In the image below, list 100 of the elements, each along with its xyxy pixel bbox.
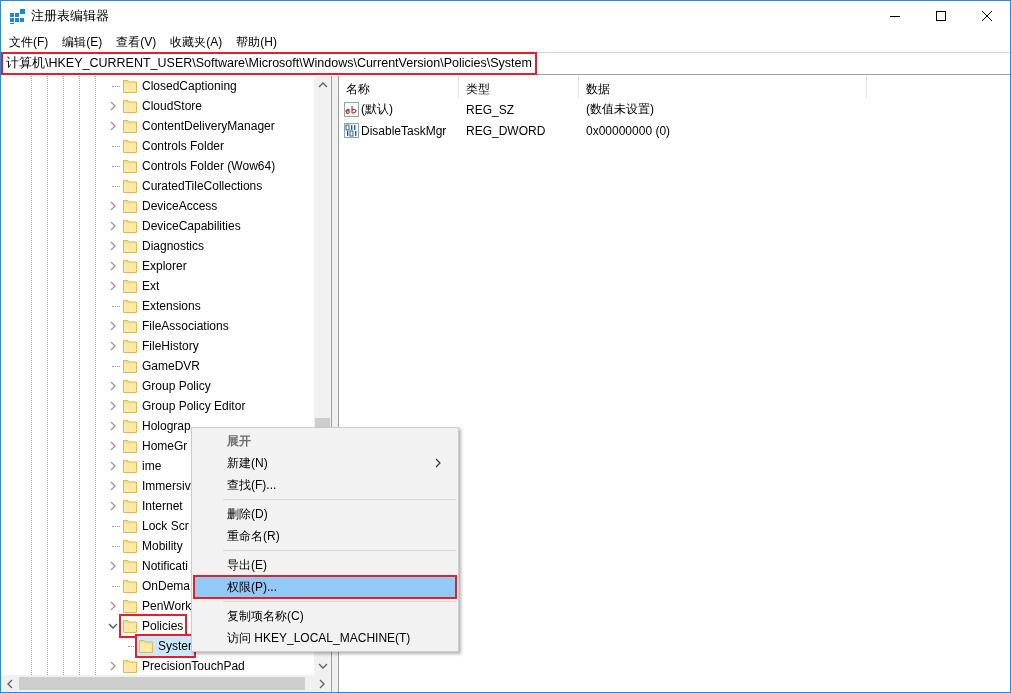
- tree-item[interactable]: ime: [121, 456, 164, 476]
- scroll-up-icon[interactable]: [317, 81, 328, 89]
- tree-item[interactable]: Lock Scr: [121, 516, 191, 536]
- folder-icon: [123, 339, 137, 353]
- tree-item[interactable]: Group Policy: [121, 376, 213, 396]
- tree-item[interactable]: Holograp: [121, 416, 193, 436]
- tree-item[interactable]: HomeGr: [121, 436, 190, 456]
- menu-item[interactable]: 查看(V): [109, 31, 164, 51]
- menu-item[interactable]: 新建(N): [194, 452, 456, 474]
- folder-icon: [139, 639, 153, 653]
- tree-item[interactable]: FileAssociations: [121, 316, 231, 336]
- tree-item[interactable]: Ext: [121, 276, 162, 296]
- expand-chevron-icon[interactable]: [108, 121, 118, 131]
- tree-item[interactable]: Diagnostics: [121, 236, 207, 256]
- expand-chevron-icon[interactable]: [108, 221, 118, 231]
- window-title: 注册表编辑器: [31, 7, 109, 25]
- folder-icon: [123, 439, 137, 453]
- table-cell-text: REG_DWORD: [465, 123, 547, 138]
- expand-chevron-icon[interactable]: [108, 341, 118, 351]
- binary-value-icon: [344, 123, 359, 138]
- tree-item[interactable]: OnDema: [121, 576, 193, 596]
- menu-item[interactable]: 重命名(R): [194, 525, 456, 547]
- tree-item[interactable]: Controls Folder: [121, 136, 227, 156]
- folder-icon: [123, 99, 137, 113]
- scroll-down-icon[interactable]: [317, 662, 328, 670]
- tree-item[interactable]: DeviceCapabilities: [121, 216, 243, 236]
- expand-chevron-icon[interactable]: [108, 261, 118, 271]
- folder-icon: [123, 659, 137, 673]
- expand-chevron-icon[interactable]: [108, 601, 118, 611]
- horizontal-scrollbar[interactable]: [1, 675, 331, 692]
- expand-chevron-icon[interactable]: [108, 561, 118, 571]
- tree-item[interactable]: FileHistory: [121, 336, 201, 356]
- expand-chevron-icon[interactable]: [108, 421, 118, 431]
- menu-item[interactable]: 文件(F): [2, 31, 56, 51]
- tree-item[interactable]: Syster: [137, 636, 194, 656]
- tree-item[interactable]: Group Policy Editor: [121, 396, 248, 416]
- menu-item[interactable]: 帮助(H): [229, 31, 284, 51]
- folder-icon: [123, 459, 137, 473]
- tree-item[interactable]: GameDVR: [121, 356, 202, 376]
- tree-item[interactable]: Notificati: [121, 556, 190, 576]
- tree-item[interactable]: Explorer: [121, 256, 189, 276]
- tree-item[interactable]: Mobility: [121, 536, 185, 556]
- menu-item[interactable]: 权限(P)...: [194, 576, 456, 598]
- expand-chevron-icon[interactable]: [108, 321, 118, 331]
- folder-icon: [123, 299, 137, 313]
- folder-icon: [123, 179, 137, 193]
- tree-item[interactable]: PrecisionTouchPad: [121, 656, 247, 675]
- folder-icon: [123, 539, 137, 553]
- value-name[interactable]: DisableTaskMgr: [361, 123, 447, 138]
- folder-icon: [123, 159, 137, 173]
- folder-icon: [123, 579, 137, 593]
- expand-chevron-icon[interactable]: [108, 281, 118, 291]
- menu-item[interactable]: 删除(D): [194, 503, 456, 525]
- maximize-icon: [936, 11, 946, 21]
- collapse-chevron-icon[interactable]: [108, 621, 118, 631]
- menu-item[interactable]: 编辑(E): [55, 31, 110, 51]
- expand-chevron-icon[interactable]: [108, 501, 118, 511]
- menu-item[interactable]: 复制项名称(C): [194, 605, 456, 627]
- folder-icon: [123, 119, 137, 133]
- folder-icon: [123, 519, 137, 533]
- expand-chevron-icon[interactable]: [108, 441, 118, 451]
- tree-item[interactable]: PenWork: [121, 596, 194, 616]
- tree-item[interactable]: Internet: [121, 496, 185, 516]
- folder-icon: [123, 199, 137, 213]
- scroll-right-icon[interactable]: [318, 678, 326, 689]
- tree-item[interactable]: DeviceAccess: [121, 196, 220, 216]
- expand-chevron-icon[interactable]: [108, 661, 118, 671]
- scroll-left-icon[interactable]: [6, 678, 14, 689]
- expand-chevron-icon[interactable]: [108, 241, 118, 251]
- tree-item[interactable]: Immersiv: [121, 476, 193, 496]
- folder-icon: [123, 499, 137, 513]
- column-header[interactable]: 数据: [579, 76, 867, 99]
- folder-icon: [123, 139, 137, 153]
- folder-icon: [123, 399, 137, 413]
- tree-item[interactable]: Extensions: [121, 296, 203, 316]
- expand-chevron-icon[interactable]: [108, 101, 118, 111]
- scrollbar-thumb[interactable]: [315, 418, 330, 428]
- column-header[interactable]: 类型: [459, 76, 579, 99]
- tree-item[interactable]: CuratedTileCollections: [121, 176, 265, 196]
- expand-chevron-icon[interactable]: [108, 401, 118, 411]
- menu-item[interactable]: 导出(E): [194, 554, 456, 576]
- tree-item[interactable]: Controls Folder (Wow64): [121, 156, 278, 176]
- folder-icon: [123, 319, 137, 333]
- folder-icon: [123, 79, 137, 93]
- folder-icon: [123, 619, 137, 633]
- scrollbar-thumb[interactable]: [19, 677, 305, 690]
- table-cell-text: (数值未设置): [585, 101, 655, 118]
- tree-item[interactable]: ContentDeliveryManager: [121, 116, 277, 136]
- menu-item[interactable]: 查找(F)...: [194, 474, 456, 496]
- tree-item[interactable]: Policies: [121, 616, 186, 636]
- value-name[interactable]: (默认): [361, 101, 393, 118]
- column-header[interactable]: 名称: [339, 76, 459, 99]
- tree-item[interactable]: CloudStore: [121, 96, 205, 116]
- menu-item[interactable]: 收藏夹(A): [163, 31, 230, 51]
- expand-chevron-icon[interactable]: [108, 201, 118, 211]
- expand-chevron-icon[interactable]: [108, 381, 118, 391]
- menu-item[interactable]: 访问 HKEY_LOCAL_MACHINE(T): [194, 627, 456, 649]
- expand-chevron-icon[interactable]: [108, 461, 118, 471]
- expand-chevron-icon[interactable]: [108, 481, 118, 491]
- tree-item[interactable]: ClosedCaptioning: [121, 76, 239, 96]
